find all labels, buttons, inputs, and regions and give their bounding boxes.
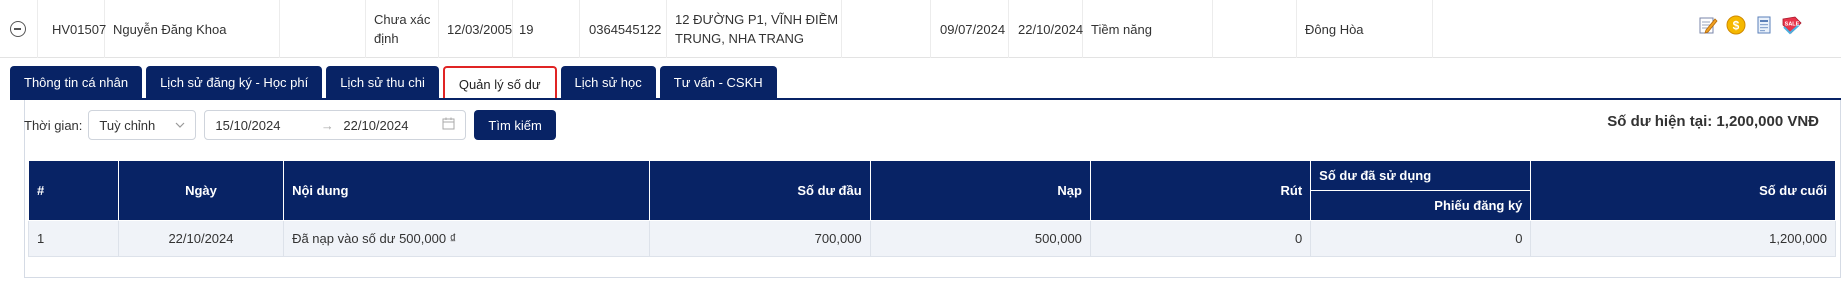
chevron-down-icon (175, 122, 185, 128)
tab-study-history[interactable]: Lịch sử học (560, 66, 656, 99)
collapse-icon[interactable] (10, 21, 26, 37)
cell-content: Đã nạp vào số dư 500,000 ₫ (283, 220, 651, 257)
time-select[interactable]: Tuỳ chỉnh (88, 110, 197, 140)
svg-text:$: $ (1733, 19, 1740, 33)
table-row: 1 22/10/2024 Đã nạp vào số dư 500,000 ₫ … (28, 220, 1836, 257)
cell-used: 0 (1310, 220, 1532, 257)
cell-withdraw: 0 (1089, 220, 1312, 257)
detail-tabs: Thông tin cá nhân Lịch sử đăng ký - Học … (10, 66, 777, 100)
balance-table: # Ngày Nội dung Số dư đầu Nạp Rút Số dư … (28, 160, 1836, 257)
header-deposit: Nạp (869, 160, 1091, 221)
cell-date: 22/10/2024 (117, 220, 285, 257)
tab-divider (10, 98, 1841, 100)
cell-closing: 1,200,000 (1530, 220, 1836, 257)
student-phone: 0364545122 (580, 0, 667, 58)
time-select-value: Tuỳ chỉnh (99, 117, 156, 133)
student-empty-col3 (1213, 0, 1297, 58)
svg-text:SALE: SALE (1785, 22, 1800, 28)
student-name: Nguyễn Đăng Khoa (105, 0, 280, 58)
filter-bar: Thời gian: Tuỳ chỉnh 15/10/2024 → 22/10/… (24, 110, 556, 140)
tab-personal-info[interactable]: Thông tin cá nhân (10, 66, 143, 99)
header-opening-balance: Số dư đầu (649, 160, 871, 221)
student-row: HV01507 Nguyễn Đăng Khoa Chưa xác định 1… (0, 0, 1841, 58)
student-address: 12 ĐƯỜNG P1, VĨNH ĐIỀM TRUNG, NHA TRANG (667, 0, 842, 58)
coin-icon[interactable]: $ (1725, 14, 1747, 36)
search-button[interactable]: Tìm kiếm (474, 110, 556, 140)
student-status: Chưa xác định (366, 0, 439, 58)
tab-registration-history[interactable]: Lịch sử đăng ký - Học phí (146, 66, 323, 99)
header-index: # (28, 160, 119, 221)
arrow-right-icon: → (320, 117, 334, 133)
header-withdraw: Rút (1089, 160, 1312, 221)
time-label: Thời gian: (24, 117, 83, 133)
header-used-balance: Số dư đã sử dụng (1310, 160, 1532, 191)
student-code: HV01507 (38, 0, 106, 58)
date-range-picker: 15/10/2024 → 22/10/2024 (204, 110, 467, 140)
tab-balance-management[interactable]: Quản lý số dư (442, 66, 557, 100)
edit-icon[interactable] (1697, 14, 1719, 36)
sale-tag-icon[interactable]: SALE (1781, 14, 1803, 36)
date-to-input[interactable]: 22/10/2024 (343, 118, 439, 133)
header-date: Ngày (117, 160, 285, 221)
header-content: Nội dung (283, 160, 651, 221)
student-date-2: 22/10/2024 (1009, 0, 1083, 58)
document-icon[interactable] (1753, 14, 1775, 36)
student-empty-col2 (842, 0, 931, 58)
collapse-cell (0, 0, 38, 58)
student-age: 19 (513, 0, 580, 58)
cell-opening: 700,000 (649, 220, 871, 257)
cell-index: 1 (28, 220, 119, 257)
calendar-icon[interactable] (442, 117, 455, 133)
student-type: Tiềm năng (1083, 0, 1213, 58)
row-actions: $ SALE (1697, 14, 1803, 36)
student-date-1: 09/07/2024 (931, 0, 1009, 58)
student-empty-col (280, 0, 366, 58)
student-branch: Đông Hòa (1297, 0, 1433, 58)
student-dob: 12/03/2005 (439, 0, 513, 58)
cell-deposit: 500,000 (869, 220, 1091, 257)
date-from-input[interactable]: 15/10/2024 (215, 118, 311, 133)
tab-payment-history[interactable]: Lịch sử thu chi (326, 66, 439, 99)
tab-consulting-cskh[interactable]: Tư vấn - CSKH (659, 66, 777, 99)
header-closing-balance: Số dư cuối (1530, 160, 1836, 221)
current-balance: Số dư hiện tại: 1,200,000 VNĐ (1607, 113, 1819, 130)
header-registration-form: Phiếu đăng ký (1310, 190, 1532, 221)
